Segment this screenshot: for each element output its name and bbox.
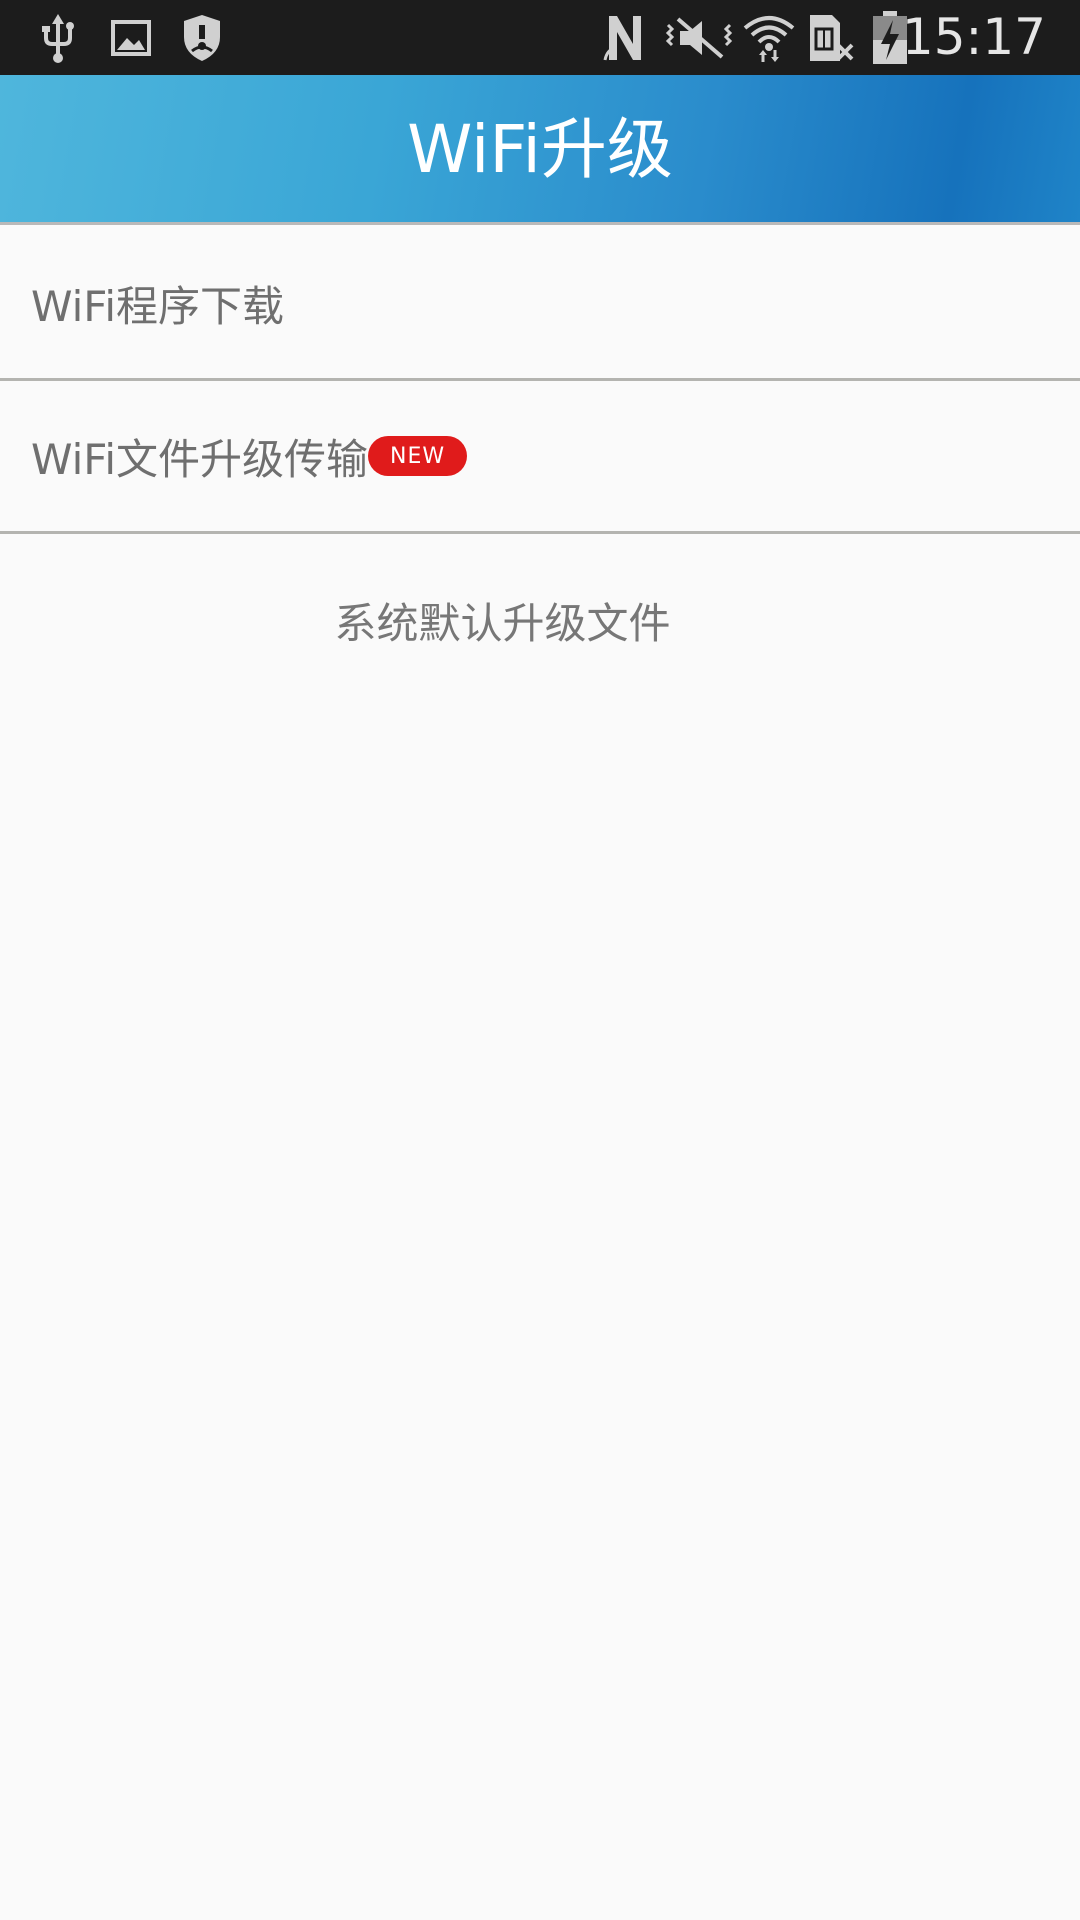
image-notification-icon xyxy=(108,10,154,66)
app-header: WiFi升级 xyxy=(0,75,1080,225)
default-upgrade-file-link[interactable]: 系统默认升级文件 xyxy=(0,590,1005,651)
vibrate-mute-icon xyxy=(664,10,734,66)
menu-item-wifi-program-download[interactable]: WiFi程序下载 xyxy=(0,228,1080,381)
menu-list: WiFi程序下载 WiFi文件升级传输 NEW xyxy=(0,228,1080,534)
security-shield-icon xyxy=(178,10,226,66)
menu-item-wifi-file-upgrade-transfer[interactable]: WiFi文件升级传输 NEW xyxy=(0,381,1080,534)
status-bar: 15:17 xyxy=(0,0,1080,75)
no-sim-icon xyxy=(806,10,856,66)
page-title: WiFi升级 xyxy=(407,111,673,188)
status-time: 15:17 xyxy=(901,8,1046,66)
wifi-icon xyxy=(742,10,796,66)
menu-item-label: WiFi程序下载 xyxy=(31,281,285,331)
new-badge: NEW xyxy=(368,436,468,476)
usb-icon xyxy=(36,10,80,66)
app-screen: 15:17 WiFi升级 WiFi程序下载 WiFi文件升级传输 NEW 系统默… xyxy=(0,0,1080,1920)
nfc-icon xyxy=(600,10,650,66)
menu-item-label: WiFi文件升级传输 xyxy=(31,434,369,484)
